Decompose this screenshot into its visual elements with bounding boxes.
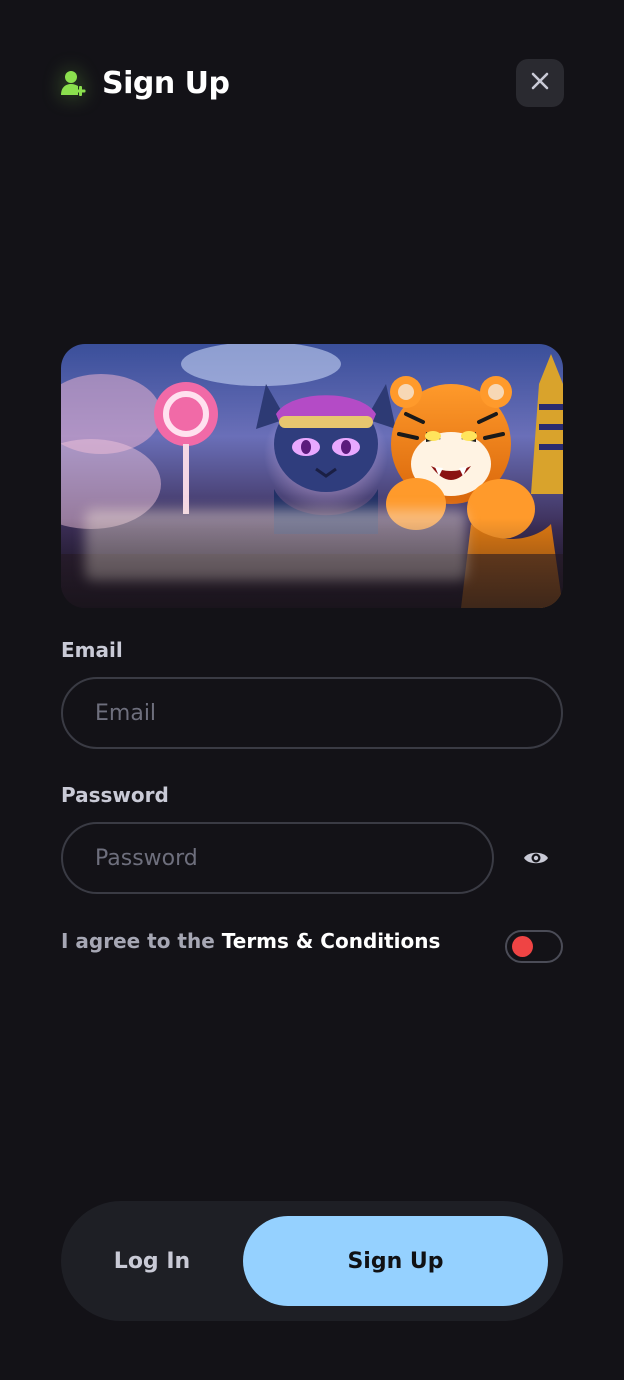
email-input[interactable] bbox=[61, 677, 563, 749]
promo-banner[interactable] bbox=[61, 344, 563, 608]
close-icon bbox=[530, 71, 550, 95]
eye-icon bbox=[523, 849, 549, 871]
signup-page: Sign Up Email Email Password I agree to … bbox=[0, 0, 624, 1380]
tab-login[interactable]: Log In bbox=[61, 1201, 243, 1321]
banner-fade bbox=[61, 518, 563, 608]
toggle-knob bbox=[512, 936, 533, 957]
terms-link[interactable]: Terms & Conditions bbox=[222, 929, 441, 953]
close-button[interactable] bbox=[516, 59, 564, 107]
password-input[interactable] bbox=[61, 822, 494, 894]
email-label: Email bbox=[61, 638, 123, 662]
user-plus-icon bbox=[60, 69, 88, 97]
terms-text: I agree to the Terms & Conditions bbox=[61, 929, 440, 953]
page-title: Sign Up bbox=[102, 65, 230, 101]
tab-signup[interactable]: Sign Up bbox=[243, 1216, 548, 1306]
show-password-button[interactable] bbox=[520, 846, 552, 874]
title-wrap: Sign Up bbox=[60, 66, 230, 101]
terms-prefix: I agree to the bbox=[61, 929, 222, 953]
password-label: Password bbox=[61, 783, 169, 807]
terms-toggle[interactable] bbox=[505, 930, 563, 963]
header: Sign Up bbox=[60, 58, 564, 108]
auth-tabs: Log In Sign Up bbox=[61, 1201, 563, 1321]
